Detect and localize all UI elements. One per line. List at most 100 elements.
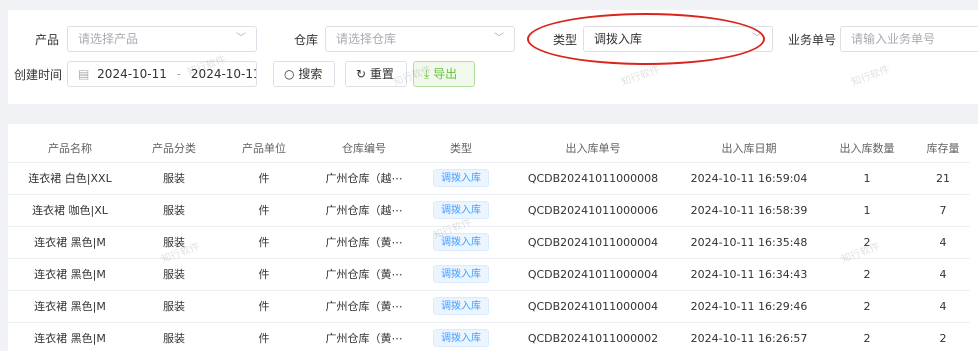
cell-warehouse: 广州仓库（黄⋯: [312, 289, 416, 322]
table-row[interactable]: 连衣裙 黑色|M 服装 件 广州仓库（黄⋯ 调拨入库 QCDB202410110…: [8, 289, 970, 322]
table-row[interactable]: 连衣裙 黑色|M 服装 件 广州仓库（黄⋯ 调拨入库 QCDB202410110…: [8, 321, 970, 351]
type-label: 类型: [553, 33, 578, 47]
type-tag: 调拨入库: [433, 201, 489, 219]
date-start: 2024-10-11: [97, 67, 167, 81]
date-end: 2024-10-11: [190, 67, 257, 81]
top-spacer: [0, 0, 978, 10]
cell-order-no: QCDB20241011000002: [506, 321, 680, 351]
cell-qty: 1: [818, 161, 916, 194]
table-row[interactable]: 连衣裙 咖色|XL 服装 件 广州仓库（越⋯ 调拨入库 QCDB20241011…: [8, 193, 970, 226]
cell-stock: 7: [916, 193, 970, 226]
cell-type: 调拨入库: [416, 289, 506, 322]
cell-category: 服装: [132, 257, 216, 290]
cell-stock: 21: [916, 161, 970, 194]
col-header[interactable]: 出入库数量: [818, 134, 916, 162]
type-tag: 调拨入库: [433, 297, 489, 315]
cell-product-name: 连衣裙 黑色|M: [8, 289, 132, 322]
cell-type: 调拨入库: [416, 161, 506, 194]
cell-date: 2024-10-11 16:58:39: [680, 193, 818, 226]
type-select[interactable]: 调拨入库 ﹀: [583, 26, 773, 52]
section-gap: [0, 104, 978, 124]
col-header[interactable]: 出入库日期: [680, 134, 818, 162]
table-row[interactable]: 连衣裙 黑色|M 服装 件 广州仓库（黄⋯ 调拨入库 QCDB202410110…: [8, 257, 970, 290]
col-header[interactable]: 仓库编号: [312, 134, 416, 162]
warehouse-select[interactable]: 请选择仓库 ﹀: [325, 26, 515, 52]
cell-order-no: QCDB20241011000004: [506, 225, 680, 258]
date-range-picker[interactable]: ▤ 2024-10-11 - 2024-10-11: [67, 61, 257, 87]
cell-stock: 2: [916, 321, 970, 351]
cell-order-no: QCDB20241011000004: [506, 257, 680, 290]
chevron-down-icon: ﹀: [752, 33, 762, 44]
cell-type: 调拨入库: [416, 321, 506, 351]
cell-category: 服装: [132, 161, 216, 194]
reset-button[interactable]: ↻ 重置: [345, 61, 407, 87]
records-table-panel: 产品名称 产品分类 产品单位 仓库编号 类型 出入库单号 出入库日期 出入库数量…: [8, 124, 978, 351]
cell-category: 服装: [132, 321, 216, 351]
cell-date: 2024-10-11 16:59:04: [680, 161, 818, 194]
chevron-down-icon: ﹀: [494, 33, 504, 44]
product-label: 产品: [35, 33, 60, 47]
calendar-icon: ▤: [78, 67, 90, 81]
cell-type: 调拨入库: [416, 257, 506, 290]
type-tag: 调拨入库: [433, 169, 489, 187]
cell-date: 2024-10-11 16:29:46: [680, 289, 818, 322]
cell-product-name: 连衣裙 黑色|M: [8, 225, 132, 258]
cell-unit: 件: [216, 257, 312, 290]
table-row[interactable]: 连衣裙 黑色|M 服装 件 广州仓库（黄⋯ 调拨入库 QCDB202410110…: [8, 225, 970, 258]
cell-warehouse: 广州仓库（黄⋯: [312, 257, 416, 290]
col-header[interactable]: 库存量: [916, 134, 970, 162]
export-button-label: 导出: [433, 67, 458, 81]
cell-qty: 2: [818, 225, 916, 258]
col-header[interactable]: 产品单位: [216, 134, 312, 162]
warehouse-label: 仓库: [294, 33, 319, 47]
search-button-label: 搜索: [298, 67, 323, 81]
watermark: 知行软件: [620, 64, 662, 89]
download-icon: ⤓: [424, 67, 430, 81]
table-header-row: 产品名称 产品分类 产品单位 仓库编号 类型 出入库单号 出入库日期 出入库数量…: [8, 134, 970, 162]
cell-qty: 2: [818, 289, 916, 322]
cell-unit: 件: [216, 161, 312, 194]
cell-date: 2024-10-11 16:35:48: [680, 225, 818, 258]
cell-category: 服装: [132, 225, 216, 258]
cell-type: 调拨入库: [416, 193, 506, 226]
reset-icon: ↻: [356, 67, 367, 81]
cell-warehouse: 广州仓库（越⋯: [312, 193, 416, 226]
cell-category: 服装: [132, 289, 216, 322]
warehouse-placeholder: 请选择仓库: [336, 32, 397, 46]
type-value: 调拨入库: [594, 32, 643, 46]
watermark: 知行软件: [850, 64, 892, 89]
cell-warehouse: 广州仓库（黄⋯: [312, 225, 416, 258]
cell-product-name: 连衣裙 黑色|M: [8, 257, 132, 290]
cell-stock: 4: [916, 225, 970, 258]
type-tag: 调拨入库: [433, 233, 489, 251]
type-tag: 调拨入库: [433, 329, 489, 348]
order-input[interactable]: 请输入业务单号: [840, 26, 978, 52]
order-label: 业务单号: [788, 33, 837, 47]
cell-stock: 4: [916, 289, 970, 322]
created-time-label: 创建时间: [14, 68, 63, 82]
product-select[interactable]: 请选择产品 ﹀: [67, 26, 257, 52]
cell-date: 2024-10-11 16:34:43: [680, 257, 818, 290]
cell-order-no: QCDB20241011000004: [506, 289, 680, 322]
col-header[interactable]: 产品名称: [8, 134, 132, 162]
type-tag: 调拨入库: [433, 265, 489, 283]
cell-unit: 件: [216, 321, 312, 351]
col-header[interactable]: 类型: [416, 134, 506, 162]
chevron-down-icon: ﹀: [236, 33, 246, 44]
cell-product-name: 连衣裙 白色|XXL: [8, 161, 132, 194]
search-button[interactable]: ○ 搜索: [273, 61, 335, 87]
cell-type: 调拨入库: [416, 225, 506, 258]
cell-qty: 2: [818, 257, 916, 290]
filter-panel: 产品 请选择产品 ﹀ 仓库 请选择仓库 ﹀ 类型 调拨入库 ﹀ 业务单号 请输入…: [8, 10, 978, 104]
col-header[interactable]: 出入库单号: [506, 134, 680, 162]
cell-qty: 2: [818, 321, 916, 351]
reset-button-label: 重置: [369, 67, 394, 81]
product-placeholder: 请选择产品: [78, 32, 139, 46]
cell-warehouse: 广州仓库（越⋯: [312, 161, 416, 194]
table-row[interactable]: 连衣裙 白色|XXL 服装 件 广州仓库（越⋯ 调拨入库 QCDB2024101…: [8, 161, 970, 194]
col-header[interactable]: 产品分类: [132, 134, 216, 162]
cell-product-name: 连衣裙 咖色|XL: [8, 193, 132, 226]
cell-order-no: QCDB20241011000008: [506, 161, 680, 194]
export-button[interactable]: ⤓ 导出: [413, 61, 475, 87]
cell-unit: 件: [216, 193, 312, 226]
